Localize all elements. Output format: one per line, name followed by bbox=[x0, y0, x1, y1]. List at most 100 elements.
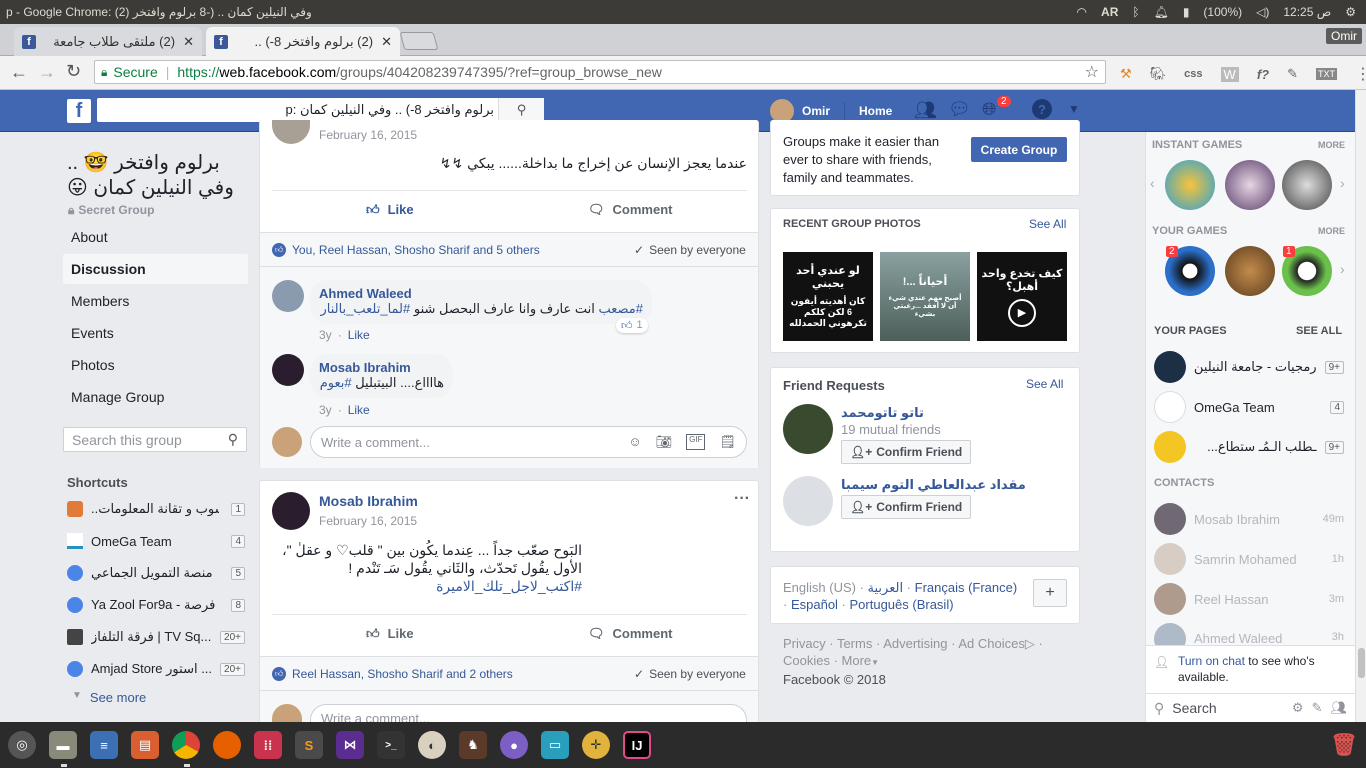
chevron-left-icon[interactable]: ‹ bbox=[1150, 175, 1155, 191]
people-icon[interactable]: 👥︎ bbox=[1330, 700, 1347, 716]
camera-icon[interactable]: 📷︎ bbox=[656, 434, 673, 450]
compose-icon[interactable]: ✎ bbox=[1312, 700, 1323, 716]
mutual-friends[interactable]: 19 mutual friends bbox=[841, 422, 941, 437]
play-icon[interactable]: ▶ bbox=[1008, 298, 1036, 327]
browser-menu-icon[interactable]: ⋮ bbox=[1355, 64, 1366, 84]
group-photo-1[interactable]: لو عندي أحد يحبني كان أهديته أيفون 6 لكن … bbox=[783, 252, 873, 341]
friend-requests-icon[interactable]: 👥︎ bbox=[914, 100, 937, 121]
seen-by[interactable]: ✓ Seen by everyone bbox=[634, 243, 746, 257]
confirm-friend-button[interactable]: 👤︎+ Confirm Friend bbox=[841, 495, 972, 519]
page-item[interactable]: OmeGa Team 4 bbox=[1154, 391, 1344, 423]
write-comment-input[interactable]: Write a comment... ☺ 📷︎ GIF 🗒︎ bbox=[310, 426, 747, 458]
search-icon[interactable]: ⚲ bbox=[498, 98, 544, 122]
address-bar[interactable]: 🔒︎ Secure | https://web.facebook.com/gro… bbox=[94, 60, 1106, 84]
scrollbar-thumb[interactable] bbox=[1357, 648, 1365, 678]
close-tab-icon[interactable]: ✕ bbox=[381, 34, 392, 50]
chevron-right-icon[interactable]: › bbox=[1340, 175, 1345, 191]
seen-by[interactable]: ✓ Seen by everyone bbox=[634, 667, 746, 681]
extension-formula-icon[interactable]: f? bbox=[1257, 67, 1269, 82]
bookmark-star-icon[interactable]: ☆ bbox=[1085, 62, 1099, 82]
facebook-search-input[interactable]: برلوم وافتخر 8-) .. وفي النيلين كمان :p … bbox=[97, 98, 544, 122]
comment-like-link[interactable]: Like bbox=[348, 403, 370, 417]
game-thumbnail-words[interactable] bbox=[1165, 160, 1215, 210]
contact-item[interactable]: Samrin Mohamed 1h bbox=[1154, 539, 1344, 579]
hashtag[interactable]: #مصعب bbox=[598, 301, 643, 316]
git-kraken-icon[interactable]: ⁞⁞ bbox=[254, 731, 282, 759]
document-viewer-icon[interactable]: ▤ bbox=[131, 731, 159, 759]
home-link[interactable]: Home bbox=[859, 104, 892, 118]
nav-manage-group[interactable]: Manage Group bbox=[63, 382, 248, 412]
camera-app-icon[interactable]: ◐ bbox=[418, 731, 446, 759]
extension-picker-icon[interactable]: ✎ bbox=[1287, 66, 1298, 82]
text-editor-icon[interactable]: ≡ bbox=[90, 731, 118, 759]
like-button[interactable]: 👍︎ Like bbox=[366, 626, 414, 642]
forward-arrow-icon[interactable]: → bbox=[38, 62, 56, 83]
comment-like-count[interactable]: 👍︎ 1 bbox=[616, 318, 648, 333]
firefox-icon[interactable] bbox=[213, 731, 241, 759]
chrome-icon[interactable] bbox=[172, 731, 200, 759]
comment-button[interactable]: 🗨︎ Comment bbox=[588, 202, 672, 218]
bluetooth-icon[interactable]: ᛒ bbox=[1132, 5, 1139, 19]
comment-time[interactable]: 3y bbox=[319, 328, 332, 342]
nav-about[interactable]: About bbox=[63, 222, 248, 252]
profile-link[interactable]: Omir bbox=[802, 104, 830, 118]
extension-txt-icon[interactable]: TXT bbox=[1316, 68, 1337, 80]
nav-photos[interactable]: Photos bbox=[63, 350, 248, 380]
sticker-icon[interactable]: 🗒︎ bbox=[719, 434, 736, 450]
commenter-avatar[interactable] bbox=[272, 280, 304, 312]
comment-like-link[interactable]: Like bbox=[348, 328, 370, 342]
game-thumbnail-puzzle[interactable] bbox=[1225, 160, 1275, 210]
extension-w-icon[interactable]: W bbox=[1220, 66, 1239, 82]
new-tab-button[interactable] bbox=[399, 32, 439, 50]
group-title[interactable]: برلوم وافتخر 🤓 .. وفي النيلين كمان 😛 bbox=[67, 150, 247, 200]
comment-button[interactable]: 🗨︎ Comment bbox=[588, 626, 672, 642]
compass-icon[interactable]: ✛ bbox=[582, 731, 610, 759]
friend-request-name[interactable]: تاتو تاتومحمد bbox=[841, 405, 924, 421]
post-author-avatar[interactable] bbox=[272, 492, 310, 530]
gear-icon[interactable]: ⚙ bbox=[1292, 700, 1304, 716]
write-comment-input[interactable]: Write a comment... bbox=[310, 704, 747, 722]
your-games-more[interactable]: MORE bbox=[1318, 226, 1345, 236]
apps-launcher-icon[interactable]: ◎ bbox=[8, 731, 36, 759]
extension-css-icon[interactable]: css bbox=[1184, 68, 1202, 80]
friend-requests-see-all[interactable]: See All bbox=[1026, 377, 1063, 391]
emoji-icon[interactable]: ☺ bbox=[628, 434, 641, 450]
notification-bell-icon[interactable]: 🔔︎ bbox=[1154, 5, 1169, 19]
battery-icon[interactable]: ▮ bbox=[1183, 5, 1190, 19]
terminal-icon[interactable]: >_ bbox=[377, 731, 405, 759]
wifi-icon[interactable]: ◠ bbox=[1077, 5, 1087, 19]
messenger-icon[interactable]: 💬︎ bbox=[948, 99, 971, 120]
facebook-logo-icon[interactable]: f bbox=[67, 99, 91, 123]
sublime-text-icon[interactable]: S bbox=[295, 731, 323, 759]
media-player-icon[interactable]: ● bbox=[500, 731, 528, 759]
volume-icon[interactable]: ◁) bbox=[1256, 5, 1269, 19]
contact-item[interactable]: Reel Hassan 3m bbox=[1154, 579, 1344, 619]
friend-request-avatar[interactable] bbox=[783, 476, 833, 526]
comment-author[interactable]: Mosab Ibrahim bbox=[319, 360, 444, 375]
shortcut-item[interactable]: Ya Zool For9a - فرصة 8 bbox=[67, 592, 245, 618]
nav-members[interactable]: Members bbox=[63, 286, 248, 316]
profile-name[interactable]: Omir bbox=[1326, 28, 1362, 44]
post-date[interactable]: February 16, 2015 bbox=[319, 514, 417, 528]
page-item[interactable]: رمجيات - جامعة النيلين 9+ bbox=[1154, 351, 1344, 383]
account-dropdown-icon[interactable]: ▼ bbox=[1068, 102, 1080, 116]
post-options-icon[interactable]: ··· bbox=[734, 490, 750, 508]
chat-search-input[interactable]: ⚲ Search ⚙ ✎ 👥︎ bbox=[1146, 693, 1355, 722]
page-scrollbar[interactable] bbox=[1355, 90, 1366, 722]
your-pages-see-all[interactable]: SEE ALL bbox=[1296, 325, 1342, 337]
shortcut-item[interactable]: ..سوب و تقانة المعلومات 1 bbox=[67, 496, 245, 522]
hashtag[interactable]: #اكتب_لاجل_تلك_الاميرة bbox=[272, 577, 582, 595]
trash-icon[interactable]: 🗑︎ bbox=[1330, 731, 1358, 759]
add-language-button[interactable]: + bbox=[1033, 579, 1067, 607]
friend-request-avatar[interactable] bbox=[783, 404, 833, 454]
extension-evernote-icon[interactable]: 🐘︎ bbox=[1150, 66, 1167, 82]
gif-icon[interactable]: GIF bbox=[686, 434, 706, 450]
comment-time[interactable]: 3y bbox=[319, 403, 332, 417]
friend-request-name[interactable]: مقداد عبدالعاطي التوم سيمبا bbox=[841, 477, 1026, 493]
post-author[interactable]: Mosab Ibrahim bbox=[319, 493, 418, 509]
gimp-icon[interactable]: ♞ bbox=[459, 731, 487, 759]
comment-author[interactable]: Ahmed Waleed bbox=[319, 286, 643, 301]
shortcut-item[interactable]: فرقة التلفاز | TV Sq... 20+ bbox=[67, 624, 245, 650]
see-more-shortcuts[interactable]: ▼ See more bbox=[72, 690, 146, 705]
screen-icon[interactable]: ▭ bbox=[541, 731, 569, 759]
